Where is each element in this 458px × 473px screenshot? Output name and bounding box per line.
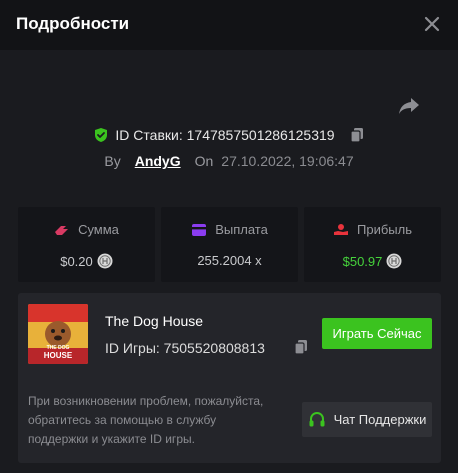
stat-profit-value: $50.97 xyxy=(342,253,383,269)
thumb-text-bottom: HOUSE xyxy=(44,351,73,360)
modal-header: Подробности xyxy=(0,0,458,50)
headset-icon xyxy=(309,411,325,426)
support-help-text: При возникновении проблем, пожалуйста, о… xyxy=(28,394,264,446)
bet-datetime: 27.10.2022, 19:06:47 xyxy=(221,153,354,169)
bet-amount-icon xyxy=(55,225,69,235)
stat-amount-label: Сумма xyxy=(78,222,119,237)
stat-amount: Сумма $0.20 xyxy=(18,207,155,282)
game-name: The Dog House xyxy=(105,313,204,329)
bet-id-row: ID Ставки: 1747857501286125319 xyxy=(0,124,458,146)
coin-icon xyxy=(97,253,113,269)
game-card: THE DOG HOUSE The Dog House ID Игры: 750… xyxy=(18,293,441,463)
support-chat-label: Чат Поддержки xyxy=(333,412,427,427)
bet-meta-row: By AndyG On 27.10.2022, 19:06:47 xyxy=(0,151,458,171)
play-now-button[interactable]: Играть Сейчас xyxy=(322,318,432,349)
stat-amount-value: $0.20 xyxy=(60,253,93,269)
game-id: ID Игры: 7505520808813 xyxy=(105,340,265,356)
stat-profit-label: Прибыль xyxy=(357,222,412,237)
payout-card-icon xyxy=(192,223,207,236)
stat-profit: Прибыль $50.97 xyxy=(304,207,441,282)
stat-payout-value: 255.2004 x xyxy=(197,253,262,268)
bet-id: ID Ставки: 1747857501286125319 xyxy=(115,127,335,143)
profit-hand-icon xyxy=(334,223,348,235)
by-label: By xyxy=(104,153,121,169)
user-link[interactable]: AndyG xyxy=(135,153,181,169)
stat-payout-label: Выплата xyxy=(215,222,268,237)
modal-title: Подробности xyxy=(16,14,130,33)
copy-icon[interactable] xyxy=(293,339,309,355)
close-icon[interactable] xyxy=(422,14,442,34)
shield-check-icon xyxy=(95,128,108,142)
share-icon[interactable] xyxy=(398,96,420,116)
copy-icon[interactable] xyxy=(349,127,365,143)
game-thumbnail[interactable]: THE DOG HOUSE xyxy=(28,304,88,364)
on-label: On xyxy=(194,153,214,169)
coin-icon xyxy=(386,253,402,269)
stat-payout: Выплата 255.2004 x xyxy=(161,207,298,282)
support-chat-button[interactable]: Чат Поддержки xyxy=(302,402,432,437)
